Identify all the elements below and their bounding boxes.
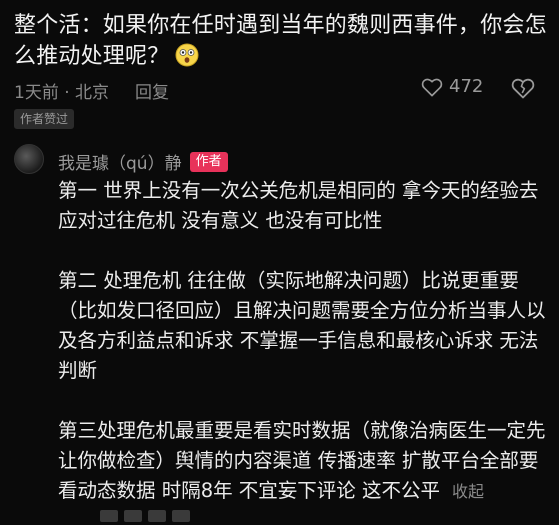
like-button[interactable]: 472 — [421, 76, 483, 97]
comment-time-location: 1天前 · 北京 — [14, 83, 110, 103]
surprised-face-icon — [175, 43, 199, 67]
dislike-button[interactable] — [511, 77, 535, 103]
collapse-button[interactable]: 收起 — [452, 482, 484, 501]
reply-paragraph: 第三处理危机最重要是看实时数据（就像治病医生一定先让你做检查）舆情的内容渠道 传… — [58, 416, 548, 507]
reply-paragraph: 第一 世界上没有一次公关危机是相同的 拿今天的经验去应对过往危机 没有意义 也没… — [58, 179, 539, 232]
username[interactable]: 我是璩（qú）静 — [58, 149, 182, 174]
cut-off-text-fragment — [100, 510, 118, 522]
comment-meta: 1天前 · 北京 回复 — [14, 78, 169, 103]
broken-heart-icon — [511, 78, 535, 99]
comment-question: 整个活：如果你在任时遇到当年的魏则西事件，你会怎么推动处理呢？ — [14, 13, 547, 69]
reply-header: 我是璩（qú）静 作者 — [58, 149, 228, 174]
cut-off-text-fragment — [148, 510, 166, 522]
reply-text: 第一 世界上没有一次公关危机是相同的 拿今天的经验去应对过往危机 没有意义 也没… — [58, 176, 548, 507]
next-comment-preview — [100, 510, 320, 524]
cut-off-text-fragment — [124, 510, 142, 522]
comment-text: 整个活：如果你在任时遇到当年的魏则西事件，你会怎么推动处理呢？ — [14, 10, 554, 72]
reply-button[interactable]: 回复 — [135, 78, 169, 103]
author-liked-badge: 作者赞过 — [14, 109, 75, 129]
reply-paragraph: 第二 处理危机 往往做（实际地解决问题）比说更重要（比如发口径回应）且解决问题需… — [58, 269, 546, 382]
avatar[interactable] — [14, 144, 44, 174]
author-badge: 作者 — [189, 151, 228, 172]
cut-off-text-fragment — [172, 510, 190, 522]
like-count: 472 — [449, 76, 484, 97]
heart-icon — [421, 78, 443, 96]
